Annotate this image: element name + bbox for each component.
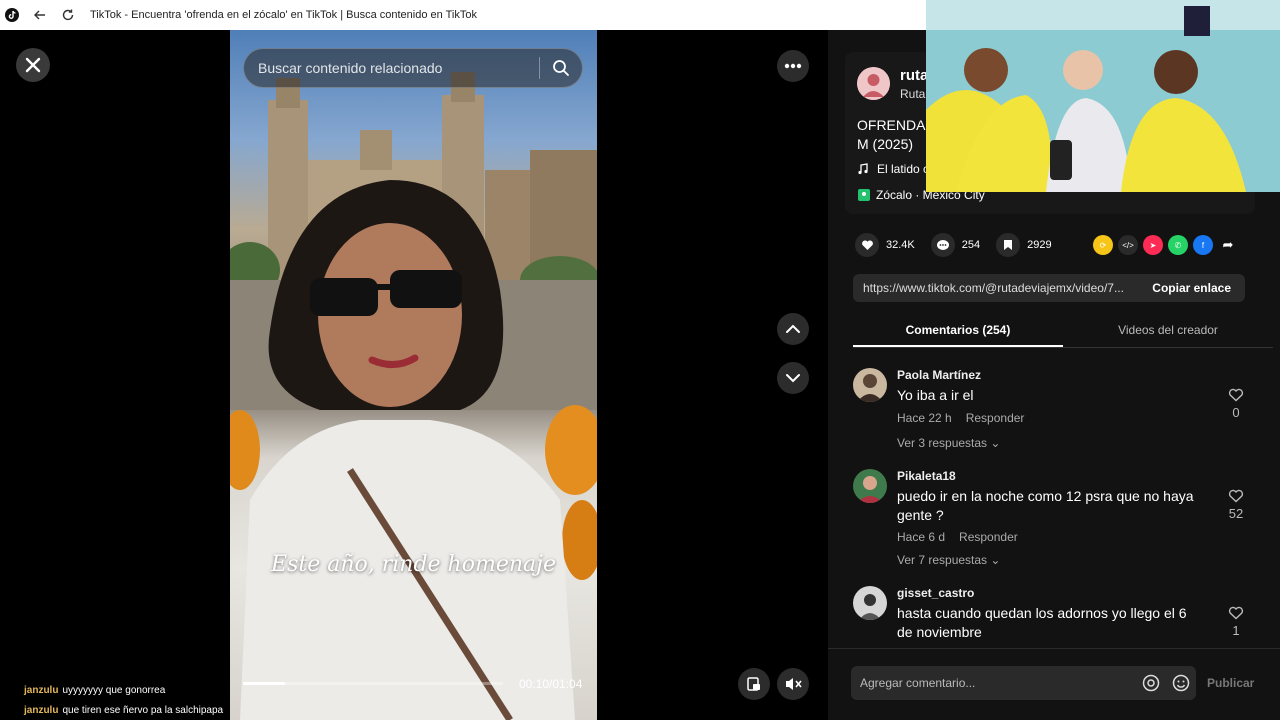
video-player[interactable] <box>230 30 597 720</box>
commenter-avatar[interactable] <box>853 368 887 402</box>
music-title: El latido c <box>877 162 930 176</box>
comment-placeholder: Agregar comentario... <box>860 676 976 690</box>
save-count: 2929 <box>1027 239 1052 251</box>
webcam-feed-illustration <box>926 0 1280 192</box>
comment-time: Hace 6 d <box>897 530 946 544</box>
panel-tabs: Comentarios (254) Videos del creador <box>853 318 1273 348</box>
video-caption: Este año, rinde homenaje <box>271 552 556 577</box>
comment-like-count: 1 <box>1232 623 1240 638</box>
mute-button[interactable] <box>777 668 809 700</box>
whatsapp-icon[interactable]: ✆ <box>1168 235 1188 255</box>
comment-time: Hace 22 h <box>897 411 952 425</box>
muted-speaker-icon <box>786 678 802 690</box>
commenter-name[interactable]: Pikaleta18 <box>897 469 956 483</box>
engagement-stats: 32.4K 254 2929 <box>855 233 1068 257</box>
chevron-up-icon <box>786 324 800 333</box>
comment-count: 254 <box>961 239 981 251</box>
video-frame-illustration <box>230 72 597 720</box>
mention-icon[interactable] <box>1136 674 1166 692</box>
more-dots-icon <box>784 63 802 69</box>
commenter-name[interactable]: Paola Martínez <box>897 368 981 382</box>
comment-button[interactable]: 254 <box>930 233 981 257</box>
tab-comments[interactable]: Comentarios (254) <box>853 318 1063 347</box>
chevron-down-icon <box>786 374 800 383</box>
repost-icon[interactable]: ⟳ <box>1093 235 1113 255</box>
share-arrow-icon[interactable]: ➦ <box>1218 235 1238 255</box>
more-options-button[interactable] <box>777 50 809 82</box>
comment-item: Pikaleta18 puedo ir en la noche como 12 … <box>853 469 1253 569</box>
chevron-down-icon: ⌄ <box>990 553 1001 567</box>
search-icon[interactable] <box>540 59 582 77</box>
music-note-icon <box>858 163 868 175</box>
save-button[interactable]: 2929 <box>996 233 1052 257</box>
bookmark-icon <box>996 233 1021 257</box>
reload-icon[interactable] <box>61 8 75 22</box>
comment-like-count: 52 <box>1228 506 1244 521</box>
reply-button[interactable]: Responder <box>959 530 1018 544</box>
comment-meta: Hace 6 d Responder <box>897 530 1018 544</box>
comment-item: gisset_castro hasta cuando quedan los ad… <box>853 586 1253 646</box>
related-search-input[interactable]: Buscar contenido relacionado <box>243 48 583 88</box>
comment-text: puedo ir en la noche como 12 psra que no… <box>897 488 1194 523</box>
comment-text: Yo iba a ir el <box>897 387 974 403</box>
pip-icon <box>747 677 760 691</box>
close-icon <box>25 57 41 73</box>
webcam-overlay <box>926 0 1280 192</box>
comment-like-button[interactable]: 1 <box>1225 606 1247 638</box>
copy-link-row: https://www.tiktok.com/@rutadeviajemx/vi… <box>853 274 1245 302</box>
progress-fill <box>243 682 285 685</box>
reply-button[interactable]: Responder <box>966 411 1025 425</box>
embed-code-icon[interactable]: </> <box>1118 235 1138 255</box>
next-video-button[interactable] <box>777 362 809 394</box>
comment-input[interactable]: Agregar comentario... <box>851 666 1196 700</box>
comment-meta: Hace 22 h Responder <box>897 411 1024 425</box>
stream-chat-line: janzulu que tiren ese ñervo pa la salchip… <box>24 705 224 716</box>
comment-like-button[interactable]: 52 <box>1225 489 1247 521</box>
search-placeholder: Buscar contenido relacionado <box>258 60 443 76</box>
author-nickname: Ruta <box>900 87 926 101</box>
comment-like-count: 0 <box>1232 405 1240 420</box>
heart-outline-icon <box>1228 489 1244 503</box>
like-count: 32.4K <box>886 239 915 251</box>
author-name[interactable]: ruta <box>900 67 928 84</box>
publish-button[interactable]: Publicar <box>1207 676 1254 690</box>
comment-item: Paola Martínez Yo iba a ir el Hace 22 h R… <box>853 368 1253 458</box>
send-to-friends-icon[interactable]: ➤ <box>1143 235 1163 255</box>
comment-bubble-icon <box>930 233 955 257</box>
video-description: OFRENDA M (2025) <box>857 117 925 152</box>
like-button[interactable]: 32.4K <box>855 233 915 257</box>
close-button[interactable] <box>16 48 50 82</box>
floating-player-button[interactable] <box>738 668 770 700</box>
heart-outline-icon <box>1228 388 1244 402</box>
copy-link-button[interactable]: Copiar enlace <box>1138 281 1245 295</box>
heart-icon <box>855 233 879 257</box>
video-timecode: 00:10/01:04 <box>519 677 583 691</box>
commenter-avatar[interactable] <box>853 469 887 503</box>
stream-chat-line: janzulu uyyyyyyy que gonorrea <box>24 685 166 696</box>
commenter-avatar[interactable] <box>853 586 887 620</box>
video-progress-bar[interactable] <box>243 682 503 685</box>
heart-outline-icon <box>1228 606 1244 620</box>
chevron-down-icon: ⌄ <box>990 436 1001 450</box>
view-replies-button[interactable]: Ver 3 respuestas ⌄ <box>897 436 1000 450</box>
tiktok-logo-icon <box>5 8 19 22</box>
emoji-icon[interactable] <box>1166 674 1196 692</box>
tab-creator-videos[interactable]: Videos del creador <box>1063 318 1273 347</box>
author-avatar[interactable] <box>857 67 890 100</box>
commenter-name[interactable]: gisset_castro <box>897 586 974 600</box>
share-icons: ⟳ </> ➤ ✆ f ➦ <box>1093 235 1238 255</box>
previous-video-button[interactable] <box>777 313 809 345</box>
location-pin-icon <box>858 189 870 201</box>
music-link[interactable]: El latido c <box>857 162 929 176</box>
comment-text: hasta cuando quedan los adornos yo llego… <box>897 605 1187 640</box>
facebook-icon[interactable]: f <box>1193 235 1213 255</box>
window-title: TikTok - Encuentra 'ofrenda en el zócalo… <box>90 9 477 21</box>
comment-like-button[interactable]: 0 <box>1225 388 1247 420</box>
back-arrow-icon[interactable] <box>33 8 47 22</box>
video-url[interactable]: https://www.tiktok.com/@rutadeviajemx/vi… <box>853 281 1138 295</box>
view-replies-button[interactable]: Ver 7 respuestas ⌄ <box>897 553 1000 567</box>
